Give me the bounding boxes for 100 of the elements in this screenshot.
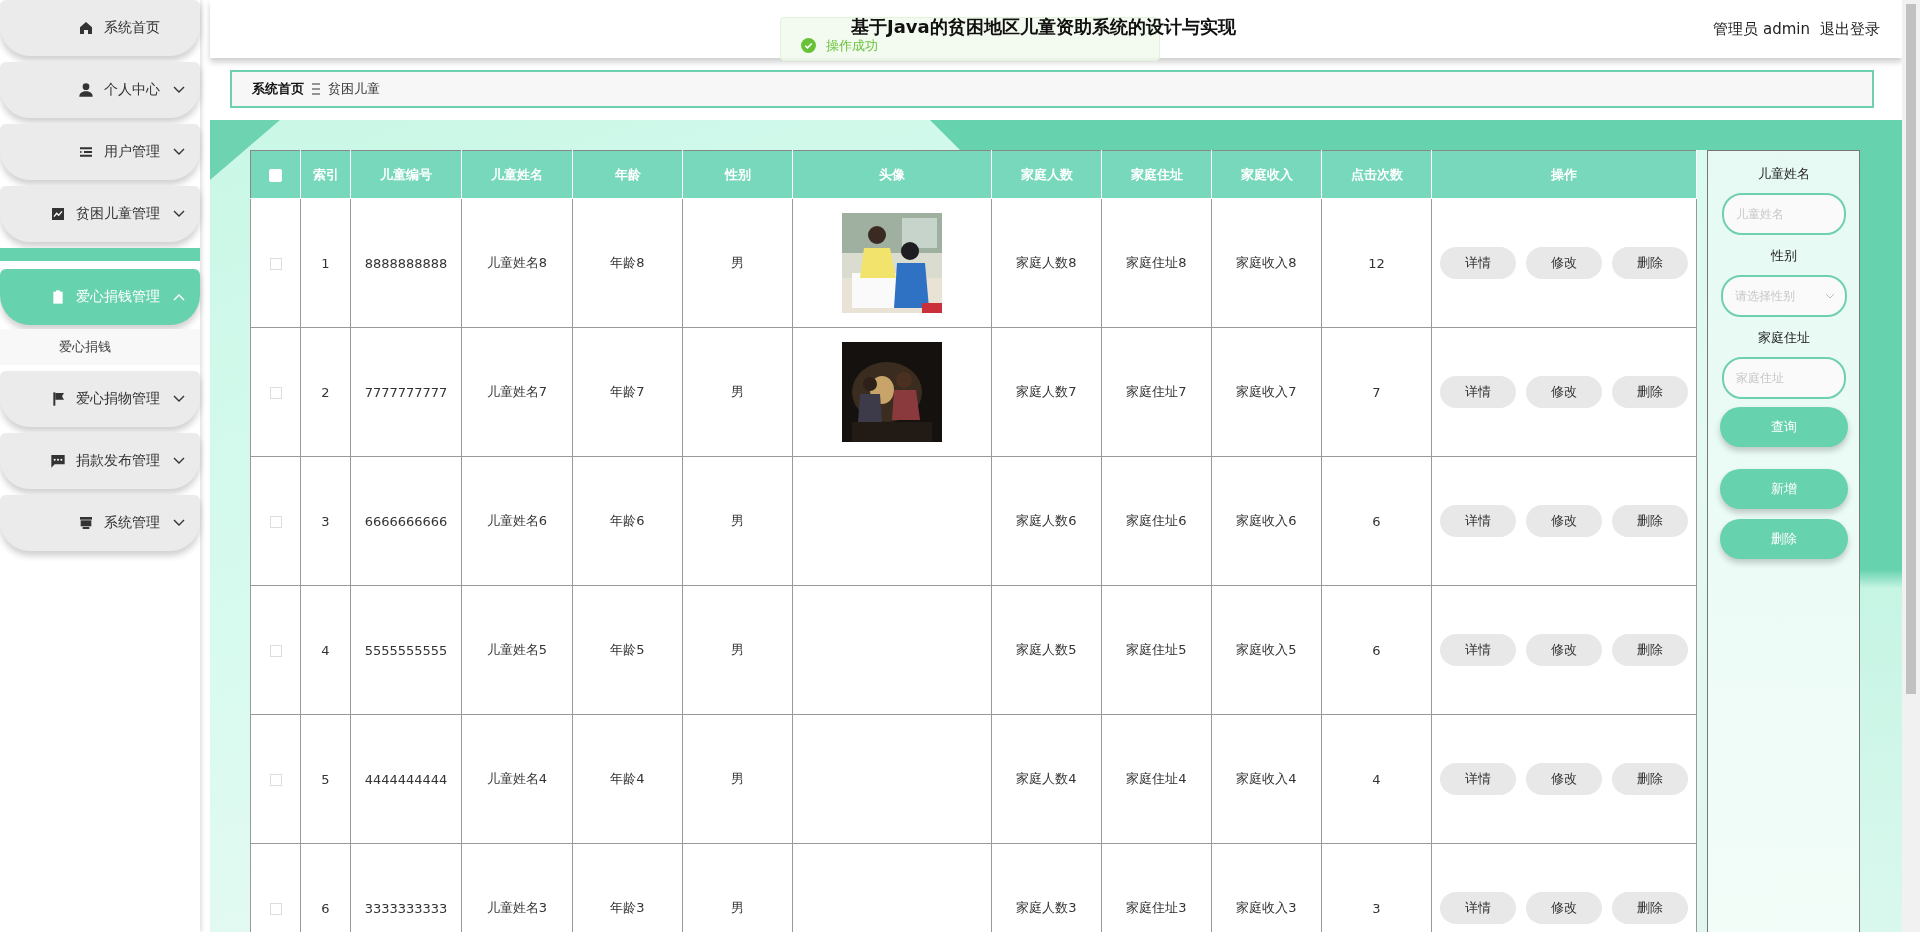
column-header: 点击次数 [1350, 166, 1403, 182]
table-cell: 3 [321, 513, 330, 529]
field-label: 儿童姓名 [1757, 165, 1810, 183]
table-cell: 儿童姓名4 [486, 771, 548, 786]
flag-icon [50, 391, 66, 407]
delete-button[interactable]: 删除 [1612, 763, 1688, 795]
column-header: 儿童编号 [380, 166, 432, 182]
row-checkbox[interactable] [269, 387, 282, 399]
table-cell: 家庭收入7 [1236, 384, 1297, 399]
table-cell: 年龄3 [610, 900, 645, 915]
list-icon [78, 144, 94, 160]
column-header: 家庭收入 [1240, 166, 1293, 182]
column-header: 操作 [1551, 166, 1577, 182]
row-checkbox[interactable] [269, 774, 282, 786]
logout-link[interactable]: 退出登录 [1820, 19, 1880, 39]
delete-button[interactable]: 删除 [1612, 892, 1688, 924]
table-cell: 家庭收入4 [1236, 771, 1297, 786]
column-header: 年龄 [614, 166, 641, 182]
table-cell: 年龄8 [610, 255, 645, 270]
chart-icon [50, 206, 66, 222]
success-icon [801, 37, 816, 53]
table-cell: 7777777777 [364, 384, 448, 400]
sidebar-item[interactable]: 系统首页 [0, 0, 200, 56]
table-cell: 年龄7 [610, 384, 645, 399]
table-cell: 家庭人数4 [1016, 771, 1077, 786]
table-cell: 家庭人数5 [1016, 642, 1077, 657]
chevron-down-icon [1824, 293, 1835, 299]
table-cell: 家庭住址8 [1126, 255, 1187, 270]
column-header: 家庭住址 [1130, 166, 1183, 182]
table-cell: 年龄5 [610, 642, 645, 657]
table-cell: 家庭收入3 [1236, 900, 1297, 915]
column-header: 头像 [879, 166, 905, 182]
chat-icon [50, 453, 66, 469]
row-checkbox[interactable] [269, 258, 282, 270]
toast-message: 操作成功 [826, 38, 878, 52]
table-cell: 5555555555 [364, 642, 448, 658]
breadcrumb-item[interactable]: 系统首页 [252, 80, 304, 98]
table-cell: 8888888888 [364, 255, 448, 271]
edit-button[interactable]: 修改 [1526, 505, 1602, 537]
table-cell: 儿童姓名5 [486, 642, 548, 657]
table-cell: 2 [321, 384, 330, 400]
table-cell: 家庭住址5 [1126, 642, 1187, 657]
edit-button[interactable]: 修改 [1526, 634, 1602, 666]
table-cell: 家庭收入6 [1236, 513, 1297, 528]
table-cell: 男 [731, 384, 744, 399]
row-checkbox[interactable] [269, 516, 282, 528]
details-button[interactable]: 详情 [1440, 376, 1516, 408]
table-cell: 5 [321, 771, 330, 787]
edit-button[interactable]: 修改 [1526, 763, 1602, 795]
table-cell: 家庭收入5 [1236, 642, 1297, 657]
table-cell: 6 [1372, 642, 1381, 658]
table-cell: 家庭人数8 [1016, 255, 1077, 270]
table-cell: 男 [731, 771, 744, 786]
row-checkbox[interactable] [269, 645, 282, 657]
menu-icon [312, 83, 320, 95]
delete-button[interactable]: 删除 [1612, 634, 1688, 666]
table-cell: 4 [1372, 771, 1381, 787]
field-label: 性别 [1770, 247, 1797, 265]
table-cell: 家庭住址6 [1126, 513, 1187, 528]
table-cell: 家庭人数7 [1016, 384, 1077, 399]
table-cell: 男 [731, 513, 744, 528]
details-button[interactable]: 详情 [1440, 634, 1516, 666]
table-cell: 男 [731, 900, 744, 915]
table-cell: 家庭住址7 [1126, 384, 1187, 399]
details-button[interactable]: 详情 [1440, 505, 1516, 537]
table-cell: 6 [1372, 513, 1381, 529]
user-icon [78, 82, 94, 98]
row-checkbox[interactable] [269, 903, 282, 915]
details-button[interactable]: 详情 [1440, 892, 1516, 924]
table-cell: 男 [731, 642, 744, 657]
user-label: 管理员 admin [1713, 19, 1810, 39]
delete-button[interactable]: 删除 [1612, 376, 1688, 408]
sidebar-item[interactable]: 系统管理 [0, 495, 200, 551]
select-all-checkbox[interactable] [269, 169, 282, 182]
table-cell: 家庭人数3 [1016, 900, 1077, 915]
table-cell: 年龄6 [610, 513, 645, 528]
page-title: 基于Java的贫困地区儿童资助系统的设计与实现 [851, 19, 1236, 35]
store-icon [78, 515, 94, 531]
edit-button[interactable]: 修改 [1526, 376, 1602, 408]
sidebar-item[interactable]: 贫困儿童管理 [0, 186, 200, 242]
column-header: 家庭人数 [1020, 166, 1073, 182]
edit-button[interactable]: 修改 [1526, 892, 1602, 924]
sidebar-item[interactable]: 爱心捐物管理 [0, 371, 200, 427]
table-cell: 6 [321, 900, 330, 916]
delete-button[interactable]: 删除 [1612, 247, 1688, 279]
table-cell: 家庭收入8 [1236, 255, 1297, 270]
details-button[interactable]: 详情 [1440, 763, 1516, 795]
sidebar-item[interactable]: 捐款发布管理 [0, 433, 200, 489]
table-cell: 儿童姓名6 [486, 513, 548, 528]
table-cell: 3 [1372, 900, 1381, 916]
table-cell: 年龄4 [610, 771, 645, 786]
field-label: 家庭住址 [1757, 329, 1810, 347]
details-button[interactable]: 详情 [1440, 247, 1516, 279]
delete-button[interactable]: 删除 [1612, 505, 1688, 537]
table-cell: 家庭住址4 [1126, 771, 1187, 786]
home-icon [78, 20, 94, 36]
table-cell: 家庭人数6 [1016, 513, 1077, 528]
sidebar-item[interactable]: 个人中心 [0, 62, 200, 118]
edit-button[interactable]: 修改 [1526, 247, 1602, 279]
sidebar-item[interactable]: 用户管理 [0, 124, 200, 180]
